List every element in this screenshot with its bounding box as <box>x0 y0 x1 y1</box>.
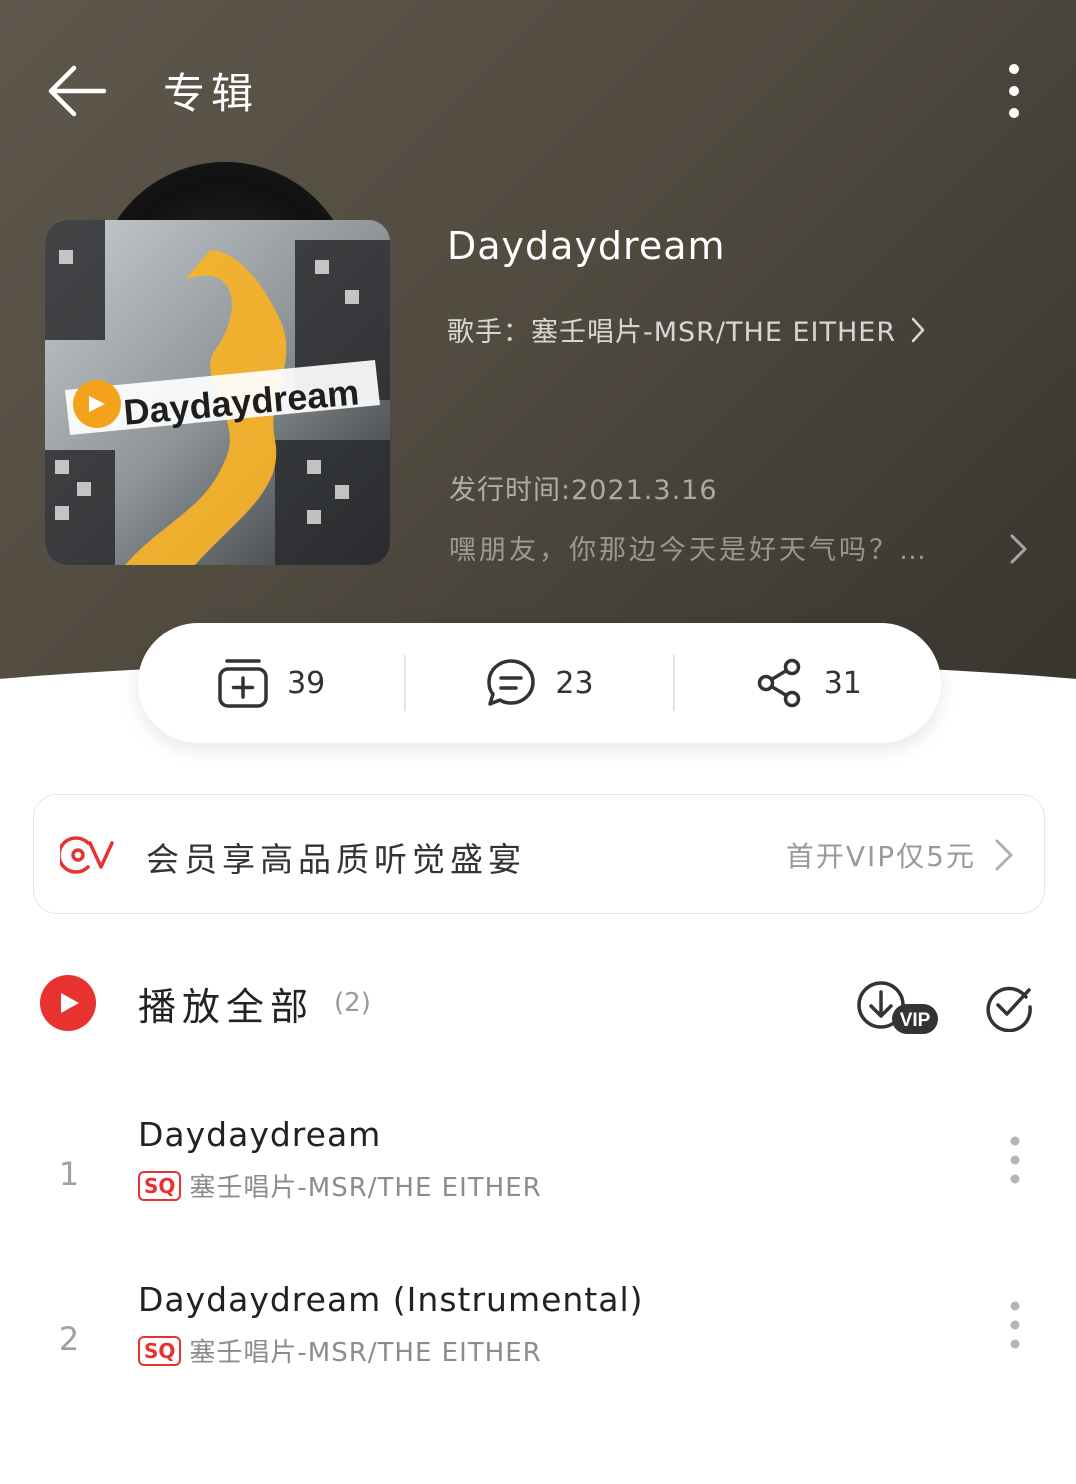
collect-count: 39 <box>287 665 326 701</box>
sq-quality-badge: SQ <box>138 1170 182 1201</box>
share-button[interactable]: 31 <box>675 623 941 743</box>
track-title: Daydaydream (Instrumental) <box>138 1280 644 1319</box>
sq-quality-badge: SQ <box>138 1335 182 1366</box>
chevron-right-icon[interactable] <box>1008 532 1030 566</box>
track-artist: 塞壬唱片-MSR/THE EITHER <box>189 1338 542 1368</box>
vip-logo-icon <box>60 836 114 874</box>
track-title: Daydaydream <box>138 1115 382 1154</box>
play-all-row[interactable]: 播放全部 (2) <box>40 975 371 1031</box>
chevron-right-icon <box>911 317 925 342</box>
more-vertical-icon[interactable] <box>1005 1135 1025 1185</box>
collect-button[interactable]: 39 <box>138 623 404 743</box>
album-description[interactable]: 嘿朋友，你那边今天是好天气吗？… <box>449 528 1009 567</box>
play-all-label: 播放全部 <box>138 984 315 1029</box>
comment-count: 23 <box>555 665 594 701</box>
vip-badge-text: VIP <box>900 1010 931 1031</box>
album-cover-art: Daydaydream <box>45 220 390 565</box>
play-all-button[interactable] <box>40 975 96 1031</box>
more-vertical-icon[interactable] <box>1005 1300 1025 1350</box>
track-artist: 塞壬唱片-MSR/THE EITHER <box>189 1173 542 1203</box>
chevron-right-icon <box>995 839 1013 871</box>
track-number: 1 <box>58 1155 80 1193</box>
vip-download-icon[interactable]: VIP <box>856 978 940 1036</box>
comment-button[interactable]: 23 <box>406 623 672 743</box>
artist-link[interactable]: 歌手：塞壬唱片-MSR/THE EITHER <box>447 310 926 349</box>
artist-text: 歌手：塞壬唱片-MSR/THE EITHER <box>447 317 897 348</box>
vip-offer[interactable]: 首开VIP仅5元 <box>786 835 1014 875</box>
stats-card: 39 23 31 <box>138 623 941 743</box>
track-subtitle: SQ 塞壬唱片-MSR/THE EITHER <box>138 1167 542 1204</box>
vip-offer-text: 首开VIP仅5元 <box>785 840 976 873</box>
track-row[interactable]: 1 Daydaydream SQ 塞壬唱片-MSR/THE EITHER <box>0 1115 1076 1235</box>
track-row[interactable]: 2 Daydaydream (Instrumental) SQ 塞壬唱片-MSR… <box>0 1280 1076 1400</box>
album-title: Daydaydream <box>447 224 726 268</box>
album-page: 专辑 Daydaydream Daydaydream 歌手：塞壬唱片-MSR/T… <box>0 0 1076 1484</box>
track-number: 2 <box>58 1320 80 1358</box>
multi-select-icon[interactable] <box>984 982 1034 1032</box>
add-to-playlist-icon <box>218 659 268 708</box>
more-vertical-icon[interactable] <box>1003 62 1025 120</box>
share-icon <box>757 658 800 708</box>
back-arrow-icon[interactable] <box>46 62 108 120</box>
album-cover[interactable]: Daydaydream <box>45 220 390 565</box>
page-title: 专辑 <box>163 69 260 118</box>
comment-icon <box>487 659 536 706</box>
track-subtitle: SQ 塞壬唱片-MSR/THE EITHER <box>138 1332 542 1369</box>
share-count: 31 <box>823 665 862 701</box>
release-date: 发行时间:2021.3.16 <box>449 475 718 506</box>
vip-banner[interactable]: 会员享高品质听觉盛宴 首开VIP仅5元 <box>33 794 1045 914</box>
vip-banner-text: 会员享高品质听觉盛宴 <box>146 840 526 879</box>
play-icon <box>61 993 79 1013</box>
track-count: (2) <box>334 988 371 1018</box>
